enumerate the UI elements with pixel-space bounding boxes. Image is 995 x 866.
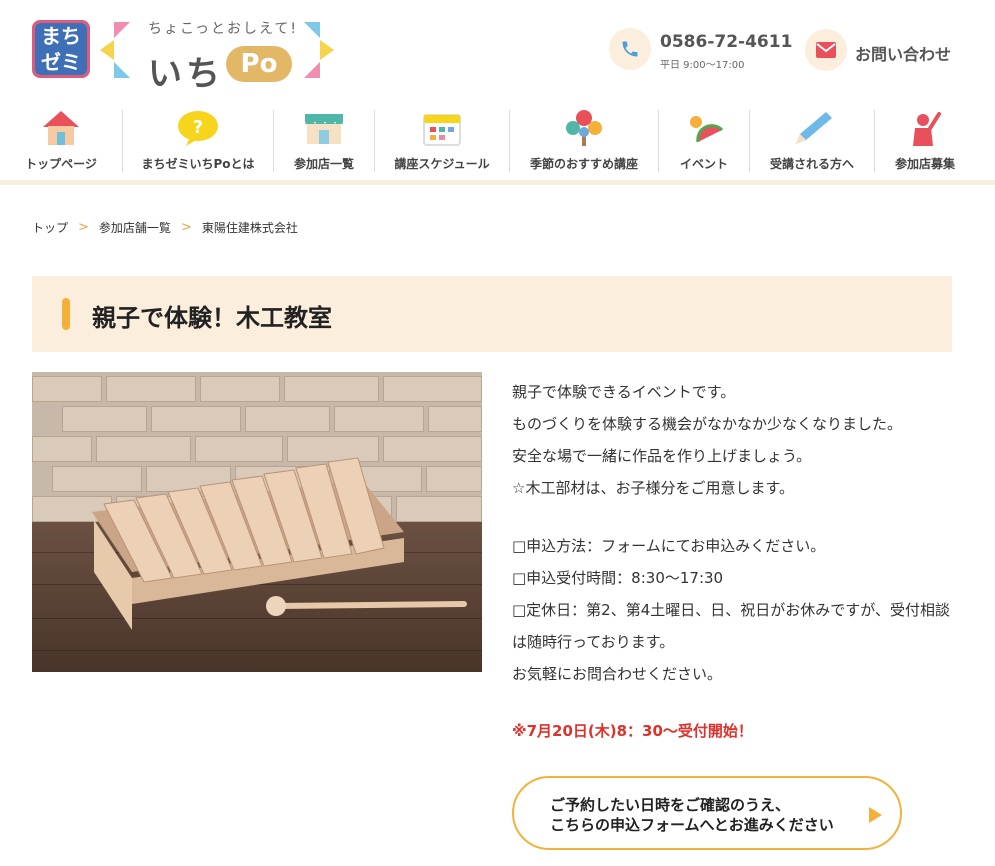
- logo-po-badge: Po: [226, 46, 292, 82]
- nav-label: まちゼミいちPoとは: [141, 157, 255, 171]
- breadcrumb-top[interactable]: トップ: [32, 219, 68, 236]
- nav-item-about[interactable]: ? まちゼミいちPoとは: [123, 104, 273, 180]
- tree-icon: [562, 108, 606, 148]
- nav-item-events[interactable]: イベント: [659, 104, 749, 180]
- pencil-icon: [790, 108, 834, 148]
- breadcrumb: トップ > 参加店舗一覧 > 東陽住建株式会社: [32, 219, 298, 236]
- nav-label: 講座スケジュール: [394, 157, 490, 171]
- site-header: まち ゼミ ちょこっとおしえて! いち Po 0586-72-4611 平日 9…: [0, 0, 995, 100]
- logo-zemi-text: ゼミ: [35, 49, 87, 75]
- breadcrumb-shop-list[interactable]: 参加店舗一覧: [99, 219, 171, 236]
- logo-tagline: ちょこっとおしえて!: [148, 21, 298, 37]
- detail-line: □申込方法：フォームにてお申込みください。: [512, 537, 826, 555]
- mail-icon: [805, 29, 847, 71]
- calendar-icon: [420, 108, 464, 148]
- play-arrow-icon: [869, 807, 882, 823]
- description-line: ものづくりを体験する機会がなかなか少なくなりました。: [512, 415, 903, 433]
- description-line: 安全な場で一緒に作品を作り上げましょう。: [512, 447, 812, 465]
- question-bubble-icon: ?: [176, 108, 220, 148]
- shop-icon: [302, 108, 346, 148]
- house-icon: [39, 108, 83, 148]
- page-title: 親子で体験！木工教室: [92, 304, 332, 332]
- nav-item-recruit[interactable]: 参加店募集: [875, 104, 975, 180]
- breadcrumb-separator: >: [180, 220, 192, 235]
- detail-line: □定休日：第2、第4土曜日、日、祝日がお休みですが、受付相談は随時行っております…: [512, 601, 950, 651]
- description-line: 親子で体験できるイベントです。: [512, 383, 736, 401]
- cta-label: ご予約したい日時をご確認のうえ、 こちらの申込フォームへとお進みください: [550, 795, 834, 835]
- description-line: ☆木工部材は、お子様分をご用意します。: [512, 479, 794, 497]
- xylophone-illustration: [92, 457, 467, 630]
- application-form-button[interactable]: ご予約したい日時をご確認のうえ、 こちらの申込フォームへとお進みください: [512, 776, 902, 850]
- phone-contact[interactable]: 0586-72-4611 平日 9:00〜17:00: [609, 28, 792, 72]
- phone-hours: 平日 9:00〜17:00: [660, 60, 745, 71]
- title-accent-bar: [62, 298, 70, 330]
- nav-label: 参加店募集: [894, 157, 955, 171]
- nav-label: イベント: [679, 157, 728, 171]
- machizemi-logo[interactable]: まち ゼミ: [32, 20, 90, 78]
- nav-label: トップページ: [25, 157, 97, 171]
- nav-item-top[interactable]: トップページ: [0, 104, 122, 180]
- cta-line-1: ご予約したい日時をご確認のうえ、: [550, 796, 791, 814]
- breadcrumb-current: 東陽住建株式会社: [201, 221, 298, 235]
- nav-item-students[interactable]: 受講される方へ: [750, 104, 874, 180]
- event-description: 親子で体験できるイベントです。 ものづくりを体験する機会がなかなか少なくなりまし…: [512, 376, 962, 690]
- nav-label: 参加店一覧: [293, 157, 354, 171]
- nav-item-shops[interactable]: 参加店一覧: [274, 104, 374, 180]
- contact-link[interactable]: お問い合わせ: [805, 29, 965, 71]
- watermelon-icon: [682, 108, 726, 148]
- global-nav: トップページ ? まちゼミいちPoとは 参加店一覧 講座スケジュール 季節のおす…: [0, 104, 995, 180]
- contact-label: お問い合わせ: [855, 45, 952, 64]
- phone-number: 0586-72-4611: [660, 32, 793, 52]
- cta-line-2: こちらの申込フォームへとお進みください: [550, 816, 834, 834]
- nav-underline: [0, 180, 995, 185]
- registration-notice: ※7月20日(木)8：30〜受付開始！: [512, 722, 753, 740]
- nav-label: 季節のおすすめ講座: [529, 157, 638, 171]
- breadcrumb-separator: >: [78, 220, 89, 235]
- detail-line: お気軽にお問合わせください。: [512, 665, 723, 683]
- event-photo: [32, 372, 482, 672]
- person-raising-hand-icon: [903, 108, 947, 148]
- phone-icon: [609, 28, 651, 70]
- nav-label: 受講される方へ: [769, 157, 854, 171]
- nav-item-seasonal[interactable]: 季節のおすすめ講座: [510, 104, 658, 180]
- svg-text:?: ?: [193, 117, 203, 138]
- logo-machi-text: まち: [35, 23, 87, 49]
- logo-ichi-text: いち: [148, 54, 224, 94]
- detail-line: □申込受付時間：8:30〜17:30: [512, 569, 724, 587]
- page-title-box: 親子で体験！木工教室: [32, 276, 952, 352]
- ichipo-logo[interactable]: ちょこっとおしえて! いち Po: [100, 16, 334, 94]
- nav-item-schedule[interactable]: 講座スケジュール: [375, 104, 509, 180]
